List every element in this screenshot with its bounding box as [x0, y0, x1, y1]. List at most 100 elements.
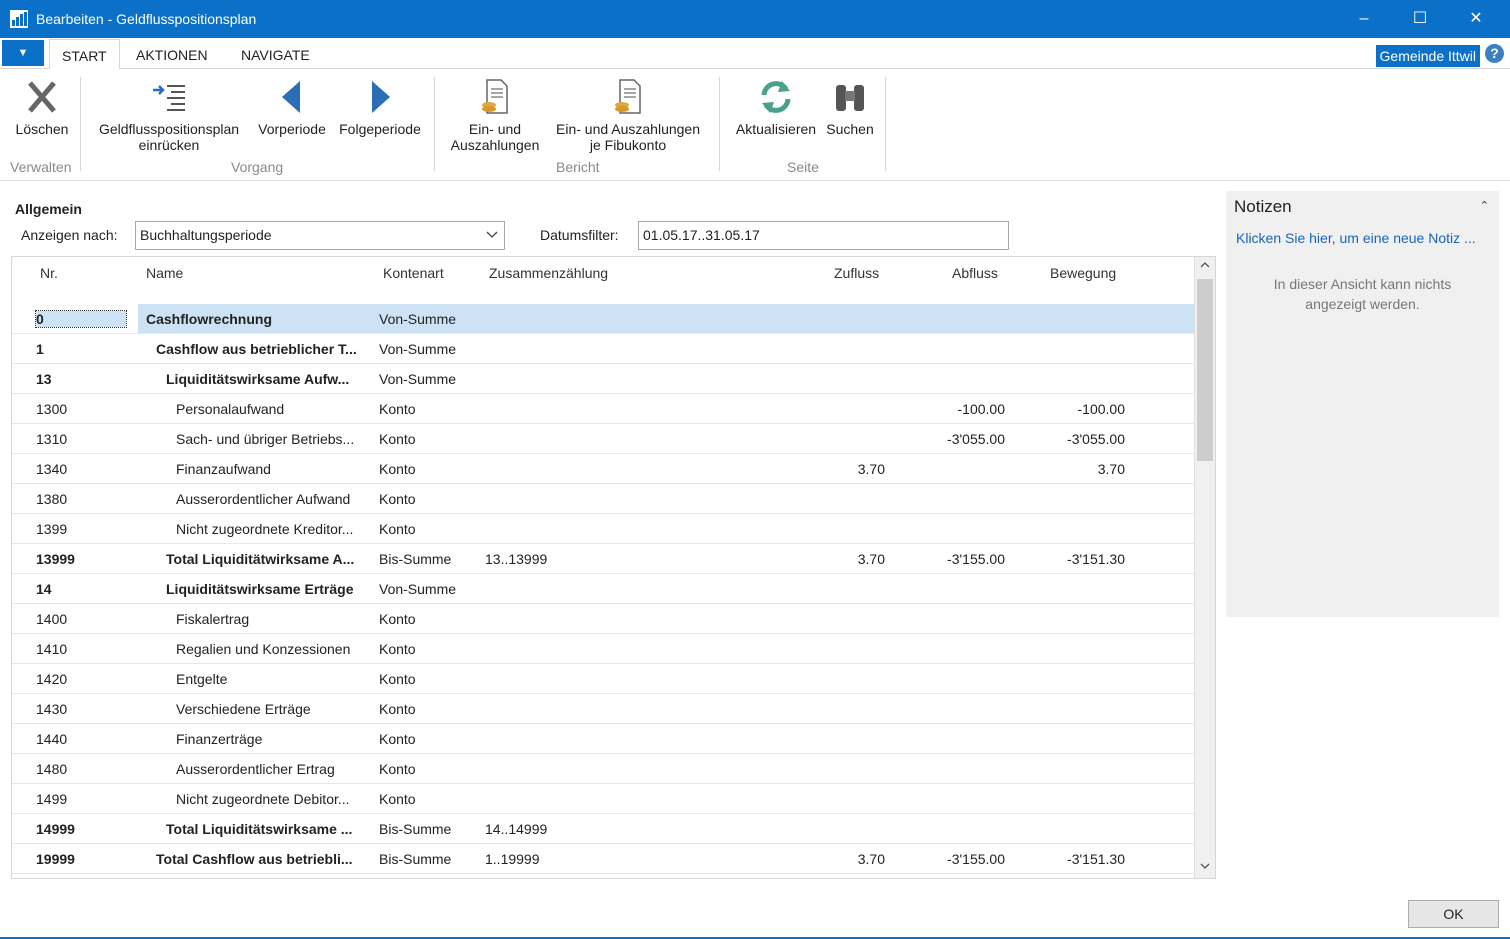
cell-kontenart[interactable]: Bis-Summe — [379, 851, 479, 867]
cell-name[interactable]: Nicht zugeordnete Debitor... — [176, 791, 367, 807]
cell-kontenart[interactable]: Von-Summe — [379, 581, 479, 597]
file-menu-button[interactable]: ▼ — [2, 40, 44, 66]
cell-abfluss[interactable]: -3'155.00 — [905, 551, 1005, 567]
cell-name[interactable]: Fiskalertrag — [176, 611, 367, 627]
cell-nr[interactable]: 13 — [36, 371, 126, 387]
tab-aktionen[interactable]: AKTIONEN — [136, 47, 208, 63]
cell-zusammenzaehlung[interactable]: 1..19999 — [485, 851, 635, 867]
col-header-abfluss[interactable]: Abfluss — [952, 265, 998, 281]
table-row[interactable]: 1399 Nicht zugeordnete Kreditor... Konto — [12, 514, 1195, 544]
table-row[interactable]: 13999 Total Liquiditätwirksame A... Bis-Su… — [12, 544, 1195, 574]
cell-nr[interactable]: 1480 — [36, 761, 126, 777]
maximize-button[interactable]: ☐ — [1392, 0, 1448, 38]
table-row[interactable]: 1430 Verschiedene Erträge Konto — [12, 694, 1195, 724]
cell-name[interactable]: Total Cashflow aus betriebli... — [156, 851, 367, 867]
cell-name[interactable]: Regalien und Konzessionen — [176, 641, 367, 657]
table-row[interactable]: 19999 Total Cashflow aus betriebli... Bis-… — [12, 844, 1195, 874]
collapse-icon[interactable]: ⌃ — [1480, 199, 1489, 212]
cell-nr[interactable]: 1340 — [36, 461, 126, 477]
cell-abfluss[interactable]: -3'155.00 — [905, 851, 1005, 867]
cell-name[interactable]: Personalaufwand — [176, 401, 367, 417]
table-row[interactable]: 1310 Sach- und übriger Betriebs... Konto -3… — [12, 424, 1195, 454]
cell-zufluss[interactable]: 3.70 — [785, 551, 885, 567]
aktualisieren-button[interactable]: Aktualisieren — [731, 77, 821, 137]
vorperiode-button[interactable]: Vorperiode — [254, 77, 330, 137]
cell-kontenart[interactable]: Konto — [379, 461, 479, 477]
suchen-button[interactable]: Suchen — [823, 77, 877, 137]
ein-auszahlungen-button[interactable]: Ein- und Auszahlungen — [446, 77, 544, 153]
cell-nr[interactable]: 19999 — [36, 851, 126, 867]
cell-nr[interactable]: 1400 — [36, 611, 126, 627]
cell-name[interactable]: Liquiditätswirksame Erträge — [166, 581, 367, 597]
cell-zusammenzaehlung[interactable]: 13..13999 — [485, 551, 635, 567]
cell-kontenart[interactable]: Von-Summe — [379, 311, 479, 327]
cell-name[interactable]: Entgelte — [176, 671, 367, 687]
table-row[interactable]: 14999 Total Liquiditätswirksame ... Bis-Su… — [12, 814, 1195, 844]
col-header-bewegung[interactable]: Bewegung — [1050, 265, 1116, 281]
table-row[interactable]: 1499 Nicht zugeordnete Debitor... Konto — [12, 784, 1195, 814]
table-row[interactable]: 1440 Finanzerträge Konto — [12, 724, 1195, 754]
cell-name[interactable]: Cashflowrechnung — [146, 311, 367, 327]
cell-kontenart[interactable]: Konto — [379, 731, 479, 747]
cell-name[interactable]: Total Liquiditätwirksame A... — [166, 551, 367, 567]
col-header-zufluss[interactable]: Zufluss — [834, 265, 879, 281]
cell-abfluss[interactable]: -100.00 — [905, 401, 1005, 417]
cell-kontenart[interactable]: Konto — [379, 761, 479, 777]
cell-kontenart[interactable]: Konto — [379, 521, 479, 537]
minimize-button[interactable]: – — [1336, 0, 1392, 38]
cell-nr[interactable]: 14999 — [36, 821, 126, 837]
close-button[interactable]: ✕ — [1448, 0, 1504, 38]
loeschen-button[interactable]: Löschen — [12, 77, 72, 137]
table-row[interactable]: 1480 Ausserordentlicher Ertrag Konto — [12, 754, 1195, 784]
cell-nr[interactable]: 0 — [35, 310, 127, 328]
cell-nr[interactable]: 1 — [36, 341, 126, 357]
date-filter-input[interactable]: 01.05.17..31.05.17 — [638, 221, 1009, 250]
cell-zufluss[interactable]: 3.70 — [785, 461, 885, 477]
cell-nr[interactable]: 14 — [36, 581, 126, 597]
cell-name[interactable]: Cashflow aus betrieblicher T... — [156, 341, 367, 357]
einruecken-button[interactable]: Geldflusspositionsplan einrücken — [92, 77, 246, 153]
cell-bewegung[interactable]: -100.00 — [1025, 401, 1125, 417]
cell-nr[interactable]: 1499 — [36, 791, 126, 807]
col-header-nr[interactable]: Nr. — [40, 265, 58, 281]
table-row[interactable]: 1410 Regalien und Konzessionen Konto — [12, 634, 1195, 664]
cell-kontenart[interactable]: Konto — [379, 701, 479, 717]
cell-nr[interactable]: 1420 — [36, 671, 126, 687]
col-header-zusammenzaehlung[interactable]: Zusammenzählung — [489, 265, 608, 281]
cell-abfluss[interactable]: -3'055.00 — [905, 431, 1005, 447]
cell-nr[interactable]: 1440 — [36, 731, 126, 747]
cell-nr[interactable]: 1310 — [36, 431, 126, 447]
table-row[interactable]: 13 Liquiditätswirksame Aufw... Von-Summe — [12, 364, 1195, 394]
col-header-name[interactable]: Name — [146, 265, 183, 281]
cell-name[interactable]: Finanzaufwand — [176, 461, 367, 477]
cell-name[interactable]: Ausserordentlicher Aufwand — [176, 491, 367, 507]
cell-nr[interactable]: 1380 — [36, 491, 126, 507]
cell-kontenart[interactable]: Konto — [379, 491, 479, 507]
cell-kontenart[interactable]: Bis-Summe — [379, 821, 479, 837]
table-row[interactable]: 1420 Entgelte Konto — [12, 664, 1195, 694]
cell-kontenart[interactable]: Bis-Summe — [379, 551, 479, 567]
cell-name[interactable]: Total Liquiditätswirksame ... — [166, 821, 367, 837]
cell-name[interactable]: Nicht zugeordnete Kreditor... — [176, 521, 367, 537]
tab-start[interactable]: START — [49, 39, 120, 70]
vertical-scrollbar[interactable] — [1194, 257, 1215, 878]
cell-bewegung[interactable]: 3.70 — [1025, 461, 1125, 477]
folgeperiode-button[interactable]: Folgeperiode — [334, 77, 426, 137]
ok-button[interactable]: OK — [1408, 900, 1499, 928]
table-row[interactable]: 1340 Finanzaufwand Konto 3.70 3.70 — [12, 454, 1195, 484]
cell-nr[interactable]: 13999 — [36, 551, 126, 567]
cell-zusammenzaehlung[interactable]: 14..14999 — [485, 821, 635, 837]
scroll-up-icon[interactable] — [1195, 257, 1215, 277]
table-row[interactable]: 14 Liquiditätswirksame Erträge Von-Summe — [12, 574, 1195, 604]
scrollbar-thumb[interactable] — [1197, 279, 1213, 461]
table-row[interactable]: 1 Cashflow aus betrieblicher T... Von-Summ… — [12, 334, 1195, 364]
cell-name[interactable]: Finanzerträge — [176, 731, 367, 747]
cell-kontenart[interactable]: Konto — [379, 431, 479, 447]
cell-name[interactable]: Liquiditätswirksame Aufw... — [166, 371, 367, 387]
cell-kontenart[interactable]: Von-Summe — [379, 341, 479, 357]
new-note-link[interactable]: Klicken Sie hier, um eine neue Notiz ... — [1236, 230, 1492, 246]
cell-kontenart[interactable]: Konto — [379, 671, 479, 687]
cell-name[interactable]: Sach- und übriger Betriebs... — [176, 431, 367, 447]
cell-name[interactable]: Verschiedene Erträge — [176, 701, 367, 717]
cell-kontenart[interactable]: Von-Summe — [379, 371, 479, 387]
